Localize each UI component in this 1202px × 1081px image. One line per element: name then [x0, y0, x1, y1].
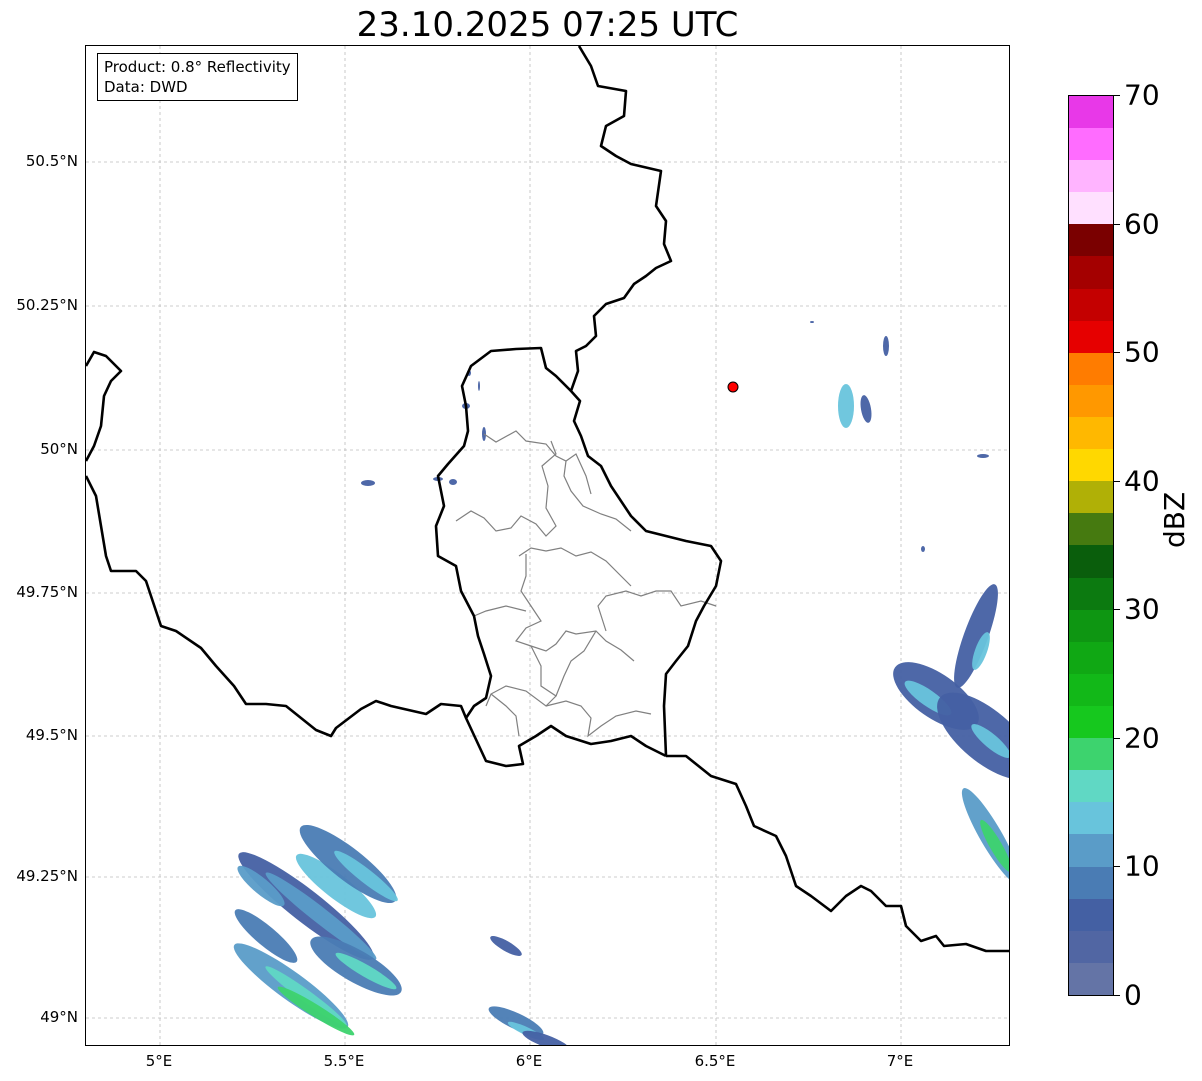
colorbar-segment: [1069, 256, 1113, 289]
colorbar-segment: [1069, 128, 1113, 161]
radar-echoes: [233, 321, 1009, 1045]
canton-border: [473, 605, 527, 617]
colorbar-segment: [1069, 866, 1113, 899]
echo-cell: [838, 384, 854, 428]
colorbar-segment: [1069, 930, 1113, 963]
lat-label: 49°N: [40, 1008, 78, 1026]
colorbar-segment: [1069, 898, 1113, 931]
border-lu-be: [434, 346, 572, 719]
map-area: [85, 45, 1010, 1046]
echo-cell: [961, 788, 1009, 884]
colorbar-segment: [1069, 834, 1113, 867]
echo-cell: [361, 480, 375, 486]
canton-border: [455, 440, 557, 537]
lat-label: 50.5°N: [25, 152, 78, 170]
colorbar-tick-label: 50: [1124, 335, 1160, 369]
echo-cell: [921, 546, 925, 552]
colorbar-segment: [1069, 802, 1113, 835]
lon-label: 6.5°E: [694, 1052, 736, 1070]
colorbar-segment: [1069, 481, 1113, 514]
product-label: Product: 0.8° Reflectivity: [104, 58, 291, 76]
colorbar-segment: [1069, 449, 1113, 482]
canton-border: [597, 590, 717, 632]
border-de-fr: [666, 754, 1009, 953]
border-lu-be-fr: [86, 475, 667, 768]
radar-figure: 23.10.2025 07:25 UTC Product: 0.8° Refle…: [0, 0, 1202, 1081]
map-gridlines: [86, 46, 1009, 1045]
canton-border: [490, 693, 520, 737]
canton-border: [563, 460, 632, 532]
lat-label: 50°N: [40, 440, 78, 458]
colorbar-segment: [1069, 962, 1113, 995]
colorbar-segment: [1069, 673, 1113, 707]
colorbar-segment: [1069, 192, 1113, 225]
canton-borders: [455, 430, 717, 738]
colorbar-tick-label: 20: [1124, 721, 1160, 755]
colorbar-segment: [1069, 95, 1113, 129]
canton-border: [515, 554, 635, 662]
echo-cell: [860, 395, 872, 423]
colorbar-tick: [1114, 480, 1120, 482]
radar-site-marker: [727, 381, 739, 393]
echo-cell: [810, 321, 814, 323]
echo-cell: [478, 381, 480, 391]
echo-cell: [977, 454, 989, 458]
lat-label: 49.25°N: [16, 867, 78, 885]
colorbar-segment: [1069, 288, 1113, 321]
colorbar-unit-label: dBZ: [1158, 491, 1191, 548]
lat-label: 49.75°N: [16, 583, 78, 601]
canton-border: [518, 547, 632, 587]
product-info-box: Product: 0.8° Reflectivity Data: DWD: [97, 53, 298, 101]
colorbar-tick: [1114, 95, 1120, 96]
colorbar-segment: [1069, 770, 1113, 803]
colorbar-segment: [1069, 706, 1113, 739]
map-canvas: [86, 46, 1009, 1045]
lon-label: 5.5°E: [323, 1052, 365, 1070]
lat-label: 50.25°N: [16, 296, 78, 314]
echo-cell: [883, 336, 889, 356]
border-be-nl-de: [86, 350, 123, 462]
colorbar-segment: [1069, 513, 1113, 546]
colorbar-tick-label: 10: [1124, 849, 1160, 883]
colorbar-tick: [1114, 866, 1120, 868]
colorbar-segment: [1069, 545, 1113, 578]
colorbar-segment: [1069, 160, 1113, 193]
canton-border: [555, 630, 597, 697]
colorbar-tick: [1114, 223, 1120, 225]
echo-cell: [449, 479, 457, 485]
canton-border: [485, 645, 557, 707]
colorbar-tick-label: 60: [1124, 207, 1160, 241]
colorbar-segment: [1069, 320, 1113, 353]
colorbar-segment: [1069, 224, 1113, 257]
colorbar-segment: [1069, 738, 1113, 771]
colorbar-tick: [1114, 995, 1120, 996]
lon-label: 5°E: [145, 1052, 173, 1070]
colorbar-tick-label: 40: [1124, 464, 1160, 498]
lon-label: 7°E: [886, 1052, 914, 1070]
colorbar-tick-label: 70: [1124, 78, 1160, 112]
colorbar-segment: [1069, 577, 1113, 610]
colorbar-segment: [1069, 384, 1113, 418]
colorbar-segment: [1069, 641, 1113, 674]
echo-cell: [490, 936, 522, 956]
data-source-label: Data: DWD: [104, 78, 188, 96]
echo-cell: [954, 584, 998, 688]
border-lu-de: [569, 46, 723, 757]
colorbar-segment: [1069, 609, 1113, 642]
colorbar-segment: [1069, 417, 1113, 450]
colorbar-segment: [1069, 352, 1113, 385]
colorbar-tick: [1114, 352, 1120, 354]
canton-border: [545, 700, 652, 738]
lon-label: 6°E: [515, 1052, 543, 1070]
canton-border: [483, 430, 592, 495]
dbz-colorbar: [1068, 95, 1114, 996]
colorbar-tick-label: 30: [1124, 592, 1160, 626]
country-borders: [86, 46, 1009, 953]
colorbar-tick-label: 0: [1124, 978, 1142, 1012]
lat-label: 49.5°N: [25, 726, 78, 744]
colorbar-tick: [1114, 737, 1120, 739]
colorbar-tick: [1114, 609, 1120, 611]
map-title: 23.10.2025 07:25 UTC: [356, 5, 739, 45]
